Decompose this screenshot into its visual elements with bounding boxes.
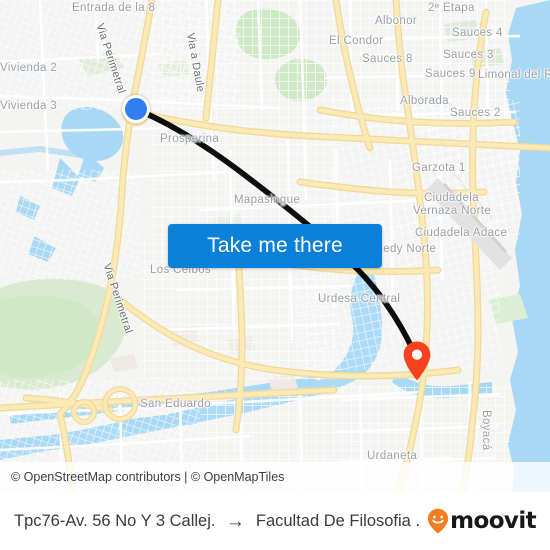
destination-marker[interactable] — [402, 340, 432, 382]
map-attribution-bar: © OpenStreetMap contributors | © OpenMap… — [0, 462, 550, 492]
trip-endpoints: Tpc76-Av. 56 No Y 3 Callej... → Facultad… — [14, 512, 421, 531]
moovit-wordmark: moovit — [450, 508, 536, 534]
moovit-logo[interactable]: moovit — [427, 508, 537, 534]
moovit-trip-map-screen: Entrada de la 8 2ª Etapa Albonor El Condor S… — [0, 0, 550, 550]
arrow-right-icon: → — [225, 510, 245, 532]
destination-label: Facultad De Filosofia ... — [255, 511, 422, 530]
take-me-there-button[interactable]: Take me there — [168, 224, 382, 268]
origin-label: Tpc76-Av. 56 No Y 3 Callej... — [14, 511, 215, 530]
attribution-text: © OpenStreetMap contributors | © OpenMap… — [11, 470, 285, 484]
moovit-pin-icon — [428, 508, 449, 534]
map-canvas[interactable]: Entrada de la 8 2ª Etapa Albonor El Condor S… — [0, 0, 550, 492]
trip-footer: Tpc76-Av. 56 No Y 3 Callej... → Facultad… — [0, 492, 550, 550]
map-pin-icon — [403, 341, 431, 381]
origin-marker[interactable] — [122, 95, 150, 123]
